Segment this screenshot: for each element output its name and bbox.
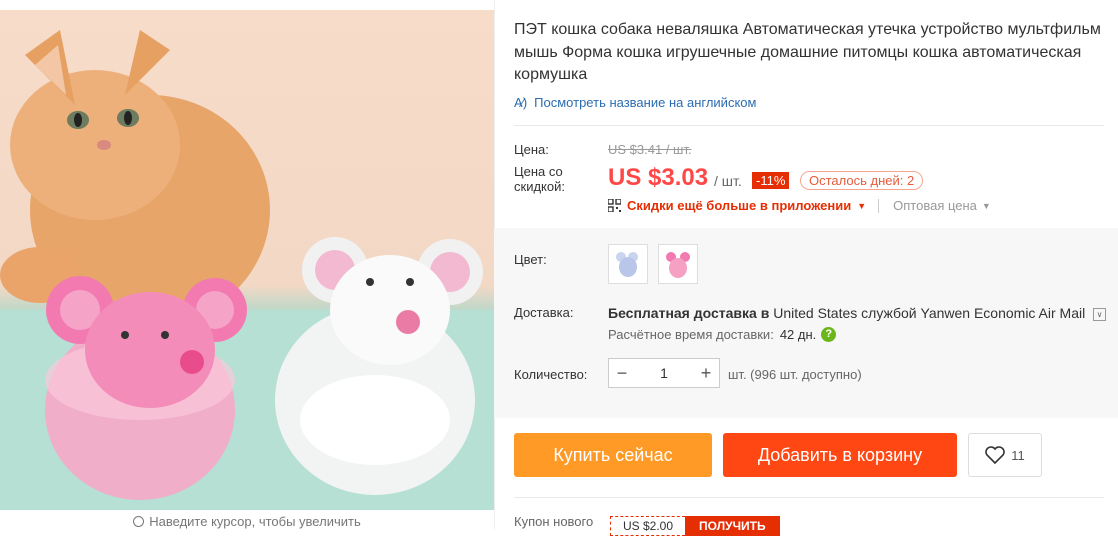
zoom-hint: Наведите курсор, чтобы увеличить: [0, 514, 494, 529]
coupon-value: US $2.00: [610, 516, 686, 536]
wholesale-price-link[interactable]: Оптовая цена: [893, 198, 977, 213]
delivery-time: Расчётное время доставки: 42 дн. ?: [608, 327, 837, 342]
product-title: ПЭТ кошка собака неваляшка Автоматическа…: [514, 21, 1101, 83]
color-label: Цвет:: [514, 252, 547, 267]
original-price: US $3.41 / шт.: [608, 142, 692, 157]
stock-note: шт. (996 шт. доступно): [728, 367, 862, 382]
app-discount-link[interactable]: Скидки ещё больше в приложении: [627, 198, 851, 213]
chevron-down-icon[interactable]: ▼: [982, 201, 991, 211]
free-shipping-text: Бесплатная доставка в: [608, 305, 770, 321]
divider: [514, 125, 1104, 126]
heart-icon: [985, 446, 1006, 464]
chevron-down-icon[interactable]: ∨: [1093, 308, 1107, 321]
current-price: US $3.03: [608, 164, 709, 191]
wishlist-button[interactable]: 11: [968, 433, 1042, 477]
product-gallery: Наведите курсор, чтобы увеличить: [0, 0, 494, 529]
plus-icon[interactable]: +: [693, 363, 719, 384]
wishlist-count: 11: [1011, 447, 1025, 463]
help-icon[interactable]: ?: [821, 327, 837, 342]
magnifier-icon: [133, 516, 145, 527]
app-discount-line: Скидки ещё больше в приложении ▼ Оптовая…: [607, 198, 991, 213]
qr-code-icon: [607, 198, 622, 213]
shipping-method[interactable]: Бесплатная доставка в United States служ…: [608, 305, 1107, 321]
days-left-badge: Осталось дней: 2: [800, 171, 924, 190]
divider: [514, 497, 1104, 498]
discount-price-label: Цена со скидкой:: [514, 164, 565, 194]
sku-panel-background: [494, 228, 1118, 418]
add-to-cart-button[interactable]: Добавить в корзину: [723, 433, 957, 477]
translate-icon: A⁄): [514, 95, 527, 110]
product-main-image[interactable]: [0, 10, 494, 510]
coupon: US $2.00 ПОЛУЧИТЬ: [610, 516, 780, 536]
minus-icon[interactable]: −: [609, 363, 635, 384]
shipping-label: Доставка:: [514, 305, 574, 320]
chevron-down-icon[interactable]: ▼: [857, 201, 866, 211]
translate-title-link[interactable]: A⁄) Посмотреть название на английском: [514, 95, 756, 110]
color-option-pink-mouse[interactable]: [658, 244, 698, 284]
delivery-time-value: 42 дн.: [779, 327, 817, 342]
buy-now-button[interactable]: Купить сейчас: [514, 433, 712, 477]
get-coupon-button[interactable]: ПОЛУЧИТЬ: [685, 516, 780, 536]
price-label: Цена:: [514, 142, 549, 157]
quantity-input[interactable]: 1: [635, 365, 693, 381]
quantity-stepper: − 1 +: [608, 358, 720, 388]
separator: [878, 198, 880, 213]
shipping-carrier-text: United States службой Yanwen Economic Ai…: [773, 305, 1086, 321]
price-unit: / шт.: [714, 173, 742, 189]
quantity-label: Количество:: [514, 367, 588, 382]
color-option-white-mouse[interactable]: [608, 244, 648, 284]
zoom-hint-text: Наведите курсор, чтобы увеличить: [149, 514, 361, 529]
translate-link-text: Посмотреть название на английском: [534, 95, 757, 110]
coupon-label: Купон нового: [514, 514, 594, 529]
white-mouse-thumb-icon: [616, 252, 638, 277]
pink-mouse-thumb-icon: [666, 252, 690, 278]
discount-badge: -11%: [752, 172, 790, 189]
product-photo-illustration: [0, 30, 494, 510]
delivery-time-label: Расчётное время доставки:: [608, 327, 774, 342]
